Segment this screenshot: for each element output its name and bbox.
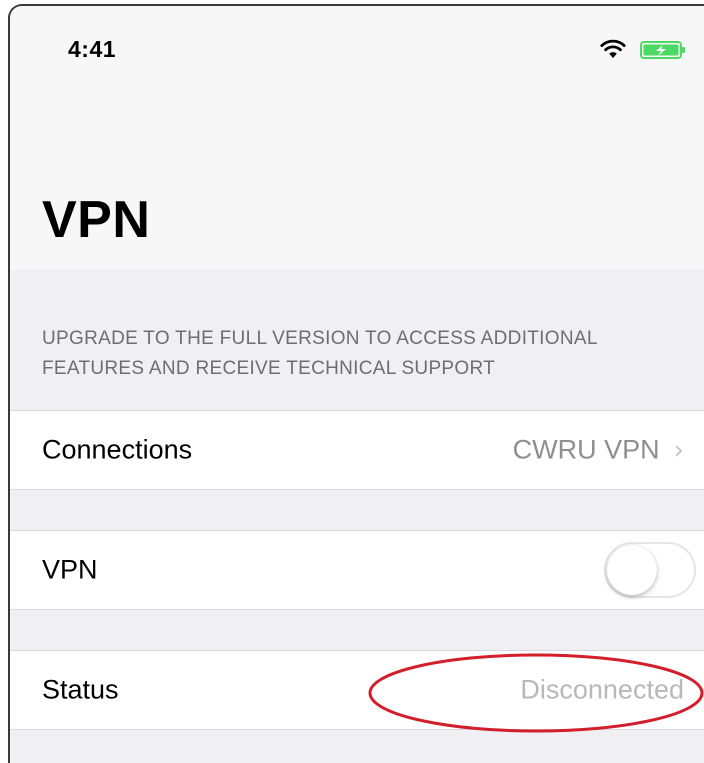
wifi-icon <box>600 39 626 58</box>
status-bar-time: 4:41 <box>68 36 117 62</box>
status-row: Status Disconnected <box>10 650 704 730</box>
connections-row[interactable]: Connections CWRU VPN › <box>10 410 704 490</box>
vpn-label: VPN <box>42 554 98 585</box>
phone-screen: 4:41 VPN UPGRADE TO THE FULL VERSION TO … <box>8 4 704 763</box>
battery-charging-icon <box>640 41 685 59</box>
toggle-knob <box>607 545 657 595</box>
vpn-toggle-row: VPN <box>10 530 704 610</box>
status-label: Status <box>42 674 119 705</box>
connections-value-group: CWRU VPN › <box>513 435 684 466</box>
chevron-right-icon: › <box>673 435 684 465</box>
connections-value: CWRU VPN <box>512 434 660 465</box>
upgrade-note[interactable]: UPGRADE TO THE FULL VERSION TO ACCESS AD… <box>42 324 682 384</box>
connections-label: Connections <box>42 434 193 465</box>
vpn-toggle-switch[interactable] <box>604 542 696 598</box>
status-value: Disconnected <box>520 674 684 705</box>
page-title: VPN <box>42 191 151 249</box>
